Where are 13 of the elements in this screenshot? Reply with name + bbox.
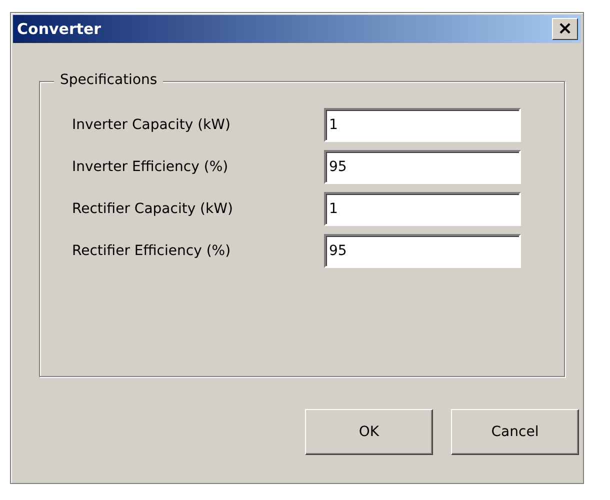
- field-label: Rectifier Efficiency (%): [72, 243, 232, 259]
- input-field[interactable]: 1: [324, 108, 521, 142]
- cancel-button[interactable]: Cancel: [451, 409, 579, 455]
- field-label: Inverter Efficiency (%): [72, 159, 230, 175]
- field-label: Rectifier Capacity (kW): [72, 201, 234, 217]
- window-title: Converter: [17, 20, 102, 38]
- input-field[interactable]: 1: [324, 192, 521, 226]
- input-field[interactable]: 95: [324, 234, 521, 268]
- input-field[interactable]: 95: [324, 150, 521, 184]
- ok-button[interactable]: OK: [305, 409, 433, 455]
- field-label: Inverter Capacity (kW): [72, 117, 232, 133]
- group-title: Specifications: [54, 72, 164, 88]
- close-button[interactable]: ×: [552, 18, 578, 40]
